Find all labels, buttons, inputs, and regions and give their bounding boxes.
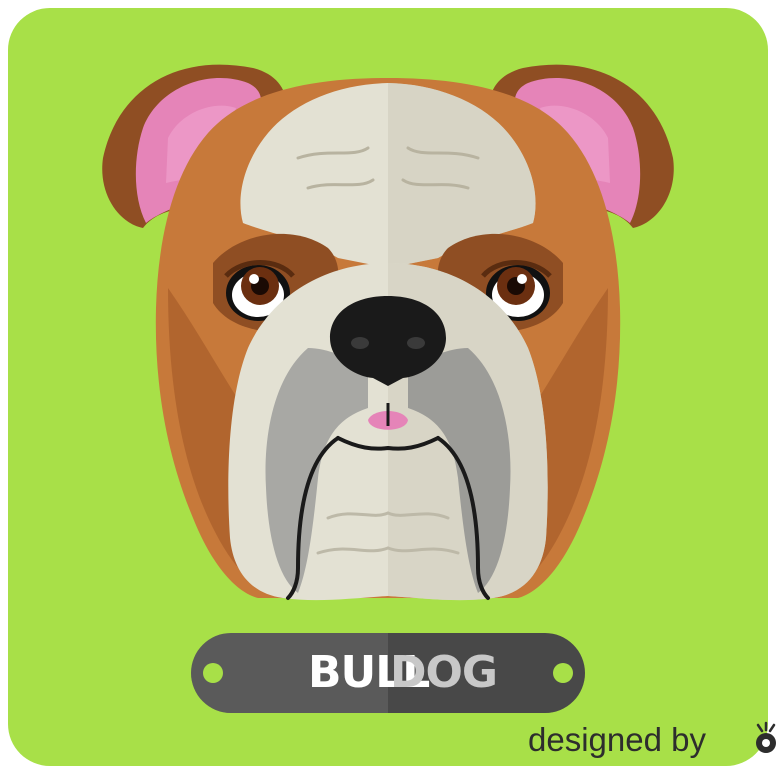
- left-nostril: [351, 337, 369, 349]
- illustration-card: BULL DOG: [8, 8, 768, 766]
- credit-text: designed by: [528, 721, 706, 758]
- freepik-logo-icon: [756, 721, 776, 753]
- rivet-left-icon: [203, 663, 223, 683]
- right-nostril: [407, 337, 425, 349]
- rivet-right-icon: [553, 663, 573, 683]
- breed-label-secondary: DOG: [390, 647, 498, 698]
- breed-nameplate: BULL DOG: [191, 633, 585, 713]
